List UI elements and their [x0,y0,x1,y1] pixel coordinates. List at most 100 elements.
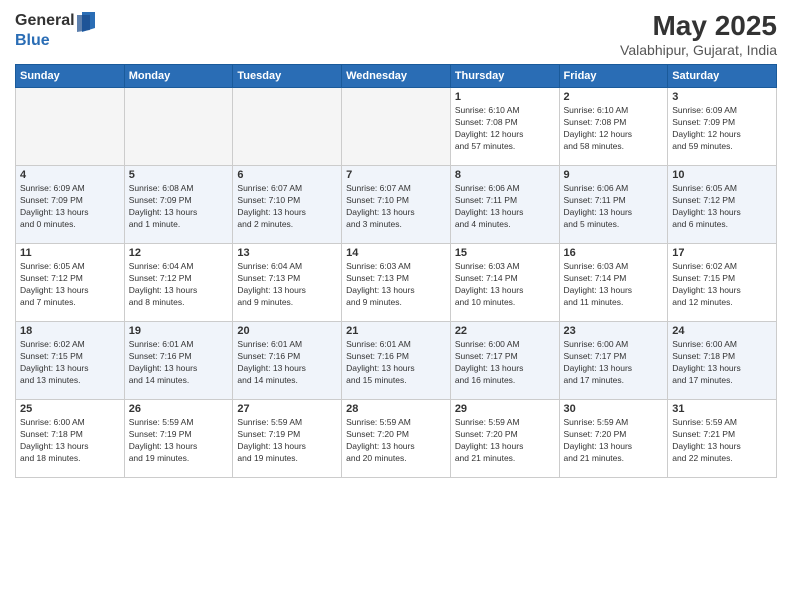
day-info: Sunrise: 5:59 AM Sunset: 7:20 PM Dayligh… [564,417,664,465]
day-number: 13 [237,247,337,259]
table-row: 31 Sunrise: 5:59 AM Sunset: 7:21 PM Dayli… [668,400,777,478]
table-row: 19Sunrise: 6:01 AM Sunset: 7:16 PM Dayli… [124,322,233,400]
table-row: 9 Sunrise: 6:06 AM Sunset: 7:11 PM Daylig… [559,166,668,244]
day-number: 21 [346,325,446,337]
day-number: 27 [237,403,337,415]
day-number: 8 [455,169,555,181]
day-info: Sunrise: 5:59 AM Sunset: 7:20 PM Dayligh… [455,417,555,465]
day-info: Sunrise: 6:04 AM Sunset: 7:12 PM Dayligh… [129,261,229,309]
day-info: Sunrise: 6:02 AM Sunset: 7:15 PM Dayligh… [20,339,120,387]
day-info: Sunrise: 6:07 AM Sunset: 7:10 PM Dayligh… [237,183,337,231]
day-number: 7 [346,169,446,181]
day-number: 23 [564,325,664,337]
day-number: 16 [564,247,664,259]
calendar-week-row: 25 Sunrise: 6:00 AM Sunset: 7:18 PM Dayli… [16,400,777,478]
day-info: Sunrise: 6:01 AM Sunset: 7:16 PM Dayligh… [346,339,446,387]
table-row: 25 Sunrise: 6:00 AM Sunset: 7:18 PM Dayli… [16,400,125,478]
day-info: Sunrise: 6:03 AM Sunset: 7:13 PM Dayligh… [346,261,446,309]
day-info: Sunrise: 6:10 AM Sunset: 7:08 PM Dayligh… [564,105,664,153]
day-number: 25 [20,403,120,415]
day-number: 17 [672,247,772,259]
table-row: 22 Sunrise: 6:00 AM Sunset: 7:17 PM Dayli… [450,322,559,400]
logo-blue: Blue [15,32,95,50]
table-row: 30 Sunrise: 5:59 AM Sunset: 7:20 PM Dayli… [559,400,668,478]
logo-icon [77,10,95,32]
day-info: Sunrise: 6:03 AM Sunset: 7:14 PM Dayligh… [564,261,664,309]
day-number: 30 [564,403,664,415]
day-info: Sunrise: 5:59 AM Sunset: 7:19 PM Dayligh… [129,417,229,465]
table-row: 20Sunrise: 6:01 AM Sunset: 7:16 PM Dayli… [233,322,342,400]
table-row: 3 Sunrise: 6:09 AM Sunset: 7:09 PM Daylig… [668,88,777,166]
table-row: 15Sunrise: 6:03 AM Sunset: 7:14 PM Dayli… [450,244,559,322]
calendar-week-row: 4 Sunrise: 6:09 AM Sunset: 7:09 PM Daylig… [16,166,777,244]
table-row [124,88,233,166]
day-info: Sunrise: 5:59 AM Sunset: 7:19 PM Dayligh… [237,417,337,465]
day-number: 14 [346,247,446,259]
day-number: 10 [672,169,772,181]
table-row: 12 Sunrise: 6:04 AM Sunset: 7:12 PM Dayli… [124,244,233,322]
table-row: 13Sunrise: 6:04 AM Sunset: 7:13 PM Dayli… [233,244,342,322]
day-info: Sunrise: 6:00 AM Sunset: 7:18 PM Dayligh… [672,339,772,387]
logo-general: General [15,12,75,30]
day-number: 4 [20,169,120,181]
day-number: 22 [455,325,555,337]
header: General Blue May 2025 Valabhipur, Gujara… [15,10,777,58]
table-row: 21 Sunrise: 6:01 AM Sunset: 7:16 PM Dayli… [342,322,451,400]
day-info: Sunrise: 6:00 AM Sunset: 7:17 PM Dayligh… [564,339,664,387]
header-monday: Monday [124,65,233,88]
day-number: 29 [455,403,555,415]
table-row: 14 Sunrise: 6:03 AM Sunset: 7:13 PM Dayli… [342,244,451,322]
table-row: 4 Sunrise: 6:09 AM Sunset: 7:09 PM Daylig… [16,166,125,244]
table-row: 17 Sunrise: 6:02 AM Sunset: 7:15 PM Dayli… [668,244,777,322]
header-tuesday: Tuesday [233,65,342,88]
table-row: 18 Sunrise: 6:02 AM Sunset: 7:15 PM Dayli… [16,322,125,400]
calendar-week-row: 11 Sunrise: 6:05 AM Sunset: 7:12 PM Dayli… [16,244,777,322]
calendar-week-row: 1Sunrise: 6:10 AM Sunset: 7:08 PM Daylig… [16,88,777,166]
table-row: 24 Sunrise: 6:00 AM Sunset: 7:18 PM Dayli… [668,322,777,400]
month-year-title: May 2025 [620,10,777,42]
day-number: 11 [20,247,120,259]
day-number: 18 [20,325,120,337]
header-sunday: Sunday [16,65,125,88]
table-row: 6Sunrise: 6:07 AM Sunset: 7:10 PM Daylig… [233,166,342,244]
table-row: 5Sunrise: 6:08 AM Sunset: 7:09 PM Daylig… [124,166,233,244]
table-row [16,88,125,166]
day-number: 15 [455,247,555,259]
logo-text: General Blue [15,10,95,50]
table-row: 27 Sunrise: 5:59 AM Sunset: 7:19 PM Dayli… [233,400,342,478]
day-info: Sunrise: 6:10 AM Sunset: 7:08 PM Dayligh… [455,105,555,153]
title-block: May 2025 Valabhipur, Gujarat, India [620,10,777,58]
day-info: Sunrise: 6:02 AM Sunset: 7:15 PM Dayligh… [672,261,772,309]
day-number: 12 [129,247,229,259]
location-subtitle: Valabhipur, Gujarat, India [620,42,777,58]
table-row [233,88,342,166]
table-row: 7Sunrise: 6:07 AM Sunset: 7:10 PM Daylig… [342,166,451,244]
calendar-week-row: 18 Sunrise: 6:02 AM Sunset: 7:15 PM Dayli… [16,322,777,400]
day-number: 3 [672,91,772,103]
day-info: Sunrise: 6:05 AM Sunset: 7:12 PM Dayligh… [20,261,120,309]
day-info: Sunrise: 6:09 AM Sunset: 7:09 PM Dayligh… [20,183,120,231]
day-info: Sunrise: 6:08 AM Sunset: 7:09 PM Dayligh… [129,183,229,231]
day-info: Sunrise: 6:06 AM Sunset: 7:11 PM Dayligh… [564,183,664,231]
day-info: Sunrise: 6:01 AM Sunset: 7:16 PM Dayligh… [129,339,229,387]
table-row: 2Sunrise: 6:10 AM Sunset: 7:08 PM Daylig… [559,88,668,166]
table-row: 23 Sunrise: 6:00 AM Sunset: 7:17 PM Dayli… [559,322,668,400]
day-number: 24 [672,325,772,337]
day-number: 9 [564,169,664,181]
table-row: 28Sunrise: 5:59 AM Sunset: 7:20 PM Dayli… [342,400,451,478]
day-info: Sunrise: 6:05 AM Sunset: 7:12 PM Dayligh… [672,183,772,231]
header-thursday: Thursday [450,65,559,88]
day-number: 20 [237,325,337,337]
header-friday: Friday [559,65,668,88]
day-number: 31 [672,403,772,415]
table-row: 11 Sunrise: 6:05 AM Sunset: 7:12 PM Dayli… [16,244,125,322]
day-info: Sunrise: 6:06 AM Sunset: 7:11 PM Dayligh… [455,183,555,231]
day-info: Sunrise: 5:59 AM Sunset: 7:21 PM Dayligh… [672,417,772,465]
day-number: 26 [129,403,229,415]
table-row: 8 Sunrise: 6:06 AM Sunset: 7:11 PM Daylig… [450,166,559,244]
header-wednesday: Wednesday [342,65,451,88]
day-info: Sunrise: 5:59 AM Sunset: 7:20 PM Dayligh… [346,417,446,465]
day-info: Sunrise: 6:00 AM Sunset: 7:18 PM Dayligh… [20,417,120,465]
day-info: Sunrise: 6:09 AM Sunset: 7:09 PM Dayligh… [672,105,772,153]
day-info: Sunrise: 6:00 AM Sunset: 7:17 PM Dayligh… [455,339,555,387]
